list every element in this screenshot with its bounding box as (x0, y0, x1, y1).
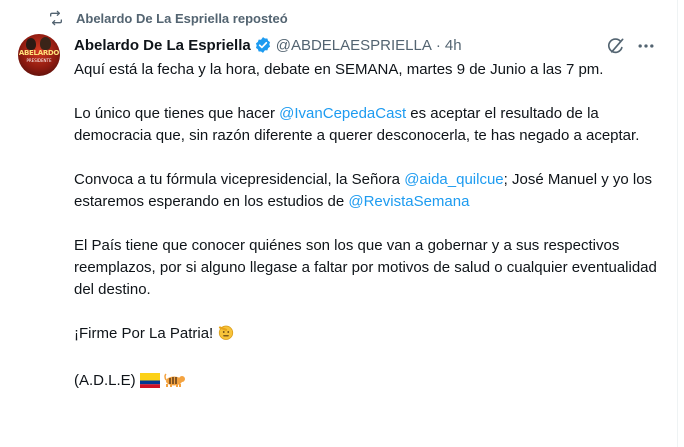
column-border (677, 0, 678, 447)
author-name[interactable]: Abelardo De La Espriella (74, 37, 251, 54)
avatar[interactable]: ABELARDO PRESIDENTE (18, 34, 60, 76)
repost-icon (48, 10, 64, 26)
paragraph-6-text: (A.D.L.E) (74, 372, 136, 389)
mention-link-ivancepeda[interactable]: @IvanCepedaCast (279, 105, 406, 122)
separator-dot: · (435, 36, 441, 54)
paragraph-1-text: Aquí está la fecha y la hora, debate en … (74, 61, 604, 78)
tweet-paragraph: Lo único que tienes que hacer @IvanCeped… (74, 103, 664, 147)
verified-badge-icon[interactable] (254, 36, 272, 54)
paragraph-4-text: El País tiene que conocer quiénes son lo… (74, 237, 657, 298)
tweet-time[interactable]: 4h (445, 37, 462, 54)
author-handle[interactable]: @ABDELAESPRIELLA (276, 37, 432, 54)
avatar-subtext: PRESIDENTE (26, 58, 52, 63)
repost-indicator[interactable]: Abelardo De La Espriella reposteó (48, 8, 288, 28)
tweet-paragraph: Convoca a tu fórmula vicepresidencial, l… (74, 169, 664, 213)
tweet-paragraph: Aquí está la fecha y la hora, debate en … (74, 59, 664, 81)
tweet-header: Abelardo De La Espriella @ABDELAESPRIELL… (74, 34, 654, 56)
repost-label[interactable]: Abelardo De La Espriella reposteó (76, 11, 288, 26)
saluting-face-emoji (217, 323, 235, 348)
grok-icon[interactable] (606, 36, 626, 56)
paragraph-3-text-a: Convoca a tu fórmula vicepresidencial, l… (74, 171, 405, 188)
tweet-paragraph: ¡Firme Por La Patria! (74, 323, 664, 348)
avatar-text: ABELARDO (18, 49, 60, 57)
tweet-paragraph: El País tiene que conocer quiénes son lo… (74, 235, 664, 301)
more-icon[interactable] (636, 36, 656, 56)
paragraph-2-text-a: Lo único que tienes que hacer (74, 105, 280, 122)
mention-link-revistasemana[interactable]: @RevistaSemana (348, 193, 469, 210)
mention-link-aida-quilcue[interactable]: @aida_quilcue (404, 171, 503, 188)
tweet-paragraph: (A.D.L.E) (74, 370, 664, 395)
paragraph-5-text: ¡Firme Por La Patria! (74, 325, 214, 342)
colombia-flag-emoji (139, 373, 160, 395)
tiger-emoji (164, 372, 186, 395)
tweet-text: Aquí está la fecha y la hora, debate en … (74, 59, 664, 417)
